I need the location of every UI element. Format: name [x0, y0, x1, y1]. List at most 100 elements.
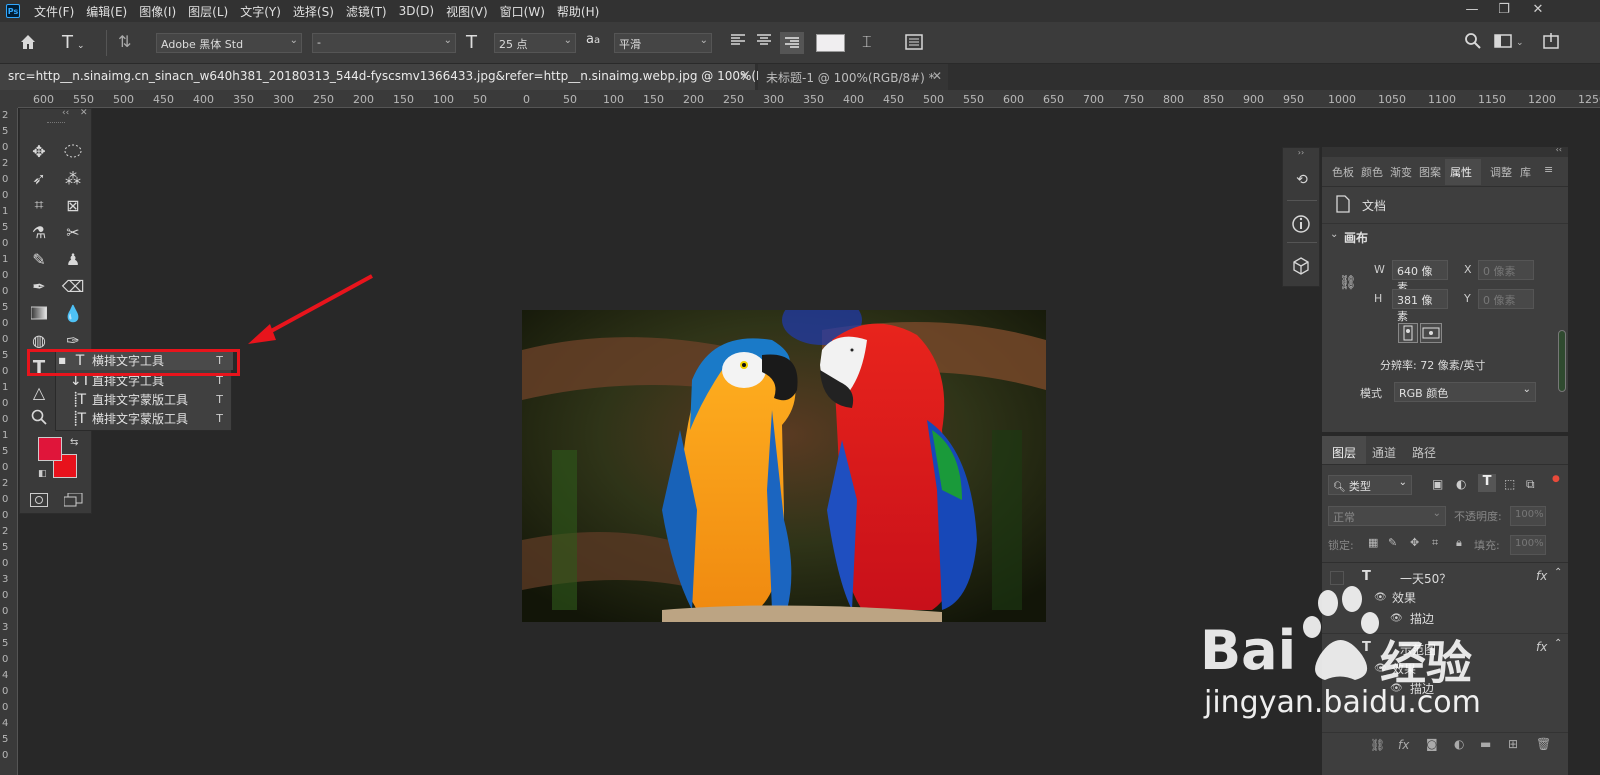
layer-filter-select[interactable]: 🔍︎ 类型 ⌄: [1328, 475, 1412, 495]
layer-fx-icon[interactable]: fx: [1536, 569, 1547, 583]
lasso-tool-icon[interactable]: ➶: [26, 166, 52, 190]
menu-image[interactable]: 图像(I): [133, 3, 182, 20]
shape-tool-icon[interactable]: △: [26, 380, 52, 404]
font-family-select[interactable]: Adobe 黑体 Std ⌄: [156, 33, 302, 53]
magic-wand-tool-icon[interactable]: ⁂: [60, 166, 86, 190]
strip-collapse-icon[interactable]: ››: [1283, 148, 1319, 158]
default-colors-icon[interactable]: ◧: [38, 469, 47, 479]
close-icon[interactable]: ✕: [1528, 2, 1548, 18]
foreground-color-swatch[interactable]: [38, 437, 62, 461]
layer-visibility-toggle[interactable]: [1330, 571, 1344, 585]
adjustment-layer-icon[interactable]: ◐: [1454, 737, 1464, 751]
clone-stamp-tool-icon[interactable]: ♟: [60, 247, 86, 271]
panel-menu-icon[interactable]: ≡: [1544, 163, 1553, 176]
toolbox-grip[interactable]: [47, 122, 65, 124]
ruler-origin[interactable]: [0, 90, 18, 108]
marquee-tool-icon[interactable]: [60, 139, 86, 163]
history-panel-icon[interactable]: ⟲: [1291, 172, 1313, 194]
link-icon[interactable]: ⛓: [1339, 275, 1357, 291]
opacity-input[interactable]: 100%: [1510, 506, 1546, 526]
gradient-tool-icon[interactable]: [26, 301, 52, 325]
tab-pattern[interactable]: 图案: [1419, 164, 1441, 180]
tab-libraries[interactable]: 库: [1520, 164, 1531, 180]
menu-window[interactable]: 窗口(W): [494, 3, 551, 20]
canvas-image-parrots[interactable]: [522, 310, 1046, 622]
mode-select[interactable]: RGB 颜色 ⌄: [1394, 382, 1536, 402]
flyout-item-vertical-type-mask[interactable]: ⸽T 直排文字蒙版工具 T: [56, 390, 233, 409]
filter-toggle-icon[interactable]: ●: [1552, 474, 1560, 484]
font-style-select[interactable]: - ⌄: [312, 33, 456, 53]
tab-swatches[interactable]: 色板: [1332, 164, 1354, 180]
frame-tool-icon[interactable]: ⊠: [60, 193, 86, 217]
3d-panel-icon[interactable]: [1291, 256, 1313, 278]
menu-select[interactable]: 选择(S): [287, 3, 340, 20]
move-tool-icon[interactable]: ✥: [26, 139, 52, 163]
fill-input[interactable]: 100%: [1510, 535, 1546, 555]
lock-artboard-icon[interactable]: ⌗: [1432, 536, 1438, 550]
filter-shape-icon[interactable]: ⬚: [1504, 477, 1515, 491]
menu-file[interactable]: 文件(F): [28, 3, 80, 20]
tab-adjustments[interactable]: 调整: [1490, 164, 1512, 180]
lock-all-icon[interactable]: 🔒︎: [1456, 536, 1462, 550]
minimize-icon[interactable]: —: [1462, 2, 1482, 18]
landscape-orientation-icon[interactable]: [1420, 323, 1442, 343]
tab-close-icon[interactable]: ✕: [932, 69, 942, 83]
lock-move-icon[interactable]: ✥: [1410, 536, 1419, 549]
chevron-down-icon[interactable]: ⌄: [1330, 229, 1338, 240]
toggle-orientation-icon[interactable]: ⇅: [118, 32, 140, 54]
history-brush-tool-icon[interactable]: ✒: [26, 274, 52, 298]
add-style-icon[interactable]: fx: [1398, 738, 1409, 752]
healing-brush-tool-icon[interactable]: ✂: [60, 220, 86, 244]
toolbox-header[interactable]: ‹‹ ✕: [20, 108, 91, 121]
quick-mask-icon[interactable]: [30, 493, 48, 507]
tab-document-untitled[interactable]: 未标题-1 @ 100%(RGB/8#) * ✕: [758, 64, 948, 90]
menu-filter[interactable]: 滤镜(T): [340, 3, 393, 20]
tab-document-parrots[interactable]: src=http__n.sinaimg.cn_sinacn_w640h381_2…: [0, 64, 818, 90]
y-input[interactable]: 0 像素: [1478, 289, 1534, 309]
align-left-icon[interactable]: [730, 32, 748, 54]
new-layer-icon[interactable]: ⊞: [1508, 737, 1518, 751]
tab-channels[interactable]: 通道: [1372, 444, 1396, 461]
photoshop-logo-icon[interactable]: Ps: [6, 4, 20, 18]
anti-alias-select[interactable]: 平滑 ⌄: [614, 33, 712, 53]
search-icon[interactable]: [1464, 32, 1484, 54]
text-color-swatch[interactable]: [816, 34, 845, 52]
chevron-up-icon[interactable]: ⌃: [1554, 638, 1562, 649]
swap-colors-icon[interactable]: ⇆: [70, 437, 78, 448]
blur-tool-icon[interactable]: 💧: [60, 301, 86, 325]
crop-tool-icon[interactable]: ⌗: [26, 193, 52, 217]
tab-layers[interactable]: 图层: [1332, 444, 1356, 461]
home-icon[interactable]: [18, 32, 40, 54]
type-tool-preset-icon[interactable]: T ⌄: [62, 32, 98, 54]
font-size-select[interactable]: 25 点 ⌄: [494, 33, 576, 53]
menu-layer[interactable]: 图层(L): [182, 3, 234, 20]
brush-tool-icon[interactable]: ✎: [26, 247, 52, 271]
new-group-icon[interactable]: ▬: [1480, 737, 1491, 751]
menu-3d[interactable]: 3D(D): [393, 4, 440, 18]
align-center-icon[interactable]: [756, 32, 774, 54]
tab-properties[interactable]: 属性: [1450, 164, 1472, 180]
portrait-orientation-icon[interactable]: [1398, 323, 1418, 343]
tab-color[interactable]: 颜色: [1361, 164, 1383, 180]
zoom-tool-icon[interactable]: [26, 405, 52, 429]
panel-scrollbar[interactable]: [1558, 330, 1566, 392]
tab-gradient[interactable]: 渐变: [1390, 164, 1412, 180]
height-input[interactable]: 381 像素: [1392, 289, 1448, 323]
panel-header-bar[interactable]: ‹‹: [1322, 145, 1568, 157]
width-input[interactable]: 640 像素: [1392, 260, 1448, 294]
warp-text-icon[interactable]: ⌶: [862, 32, 884, 54]
eraser-tool-icon[interactable]: ⌫: [60, 274, 86, 298]
add-mask-icon[interactable]: ◙: [1426, 737, 1438, 751]
share-icon[interactable]: [1542, 32, 1562, 54]
screen-mode-icon[interactable]: [63, 492, 84, 507]
filter-smart-object-icon[interactable]: ⧉: [1526, 477, 1535, 492]
align-right-icon[interactable]: [780, 32, 804, 54]
restore-icon[interactable]: ❐: [1494, 2, 1514, 18]
eyedropper-tool-icon[interactable]: ⚗: [26, 220, 52, 244]
delete-layer-icon[interactable]: 🗑︎: [1536, 737, 1551, 751]
filter-type-icon[interactable]: T: [1478, 474, 1496, 492]
layer-fx-icon[interactable]: fx: [1536, 640, 1547, 654]
flyout-item-horizontal-type-mask[interactable]: ⸽T 横排文字蒙版工具 T: [56, 409, 233, 428]
x-input[interactable]: 0 像素: [1478, 260, 1534, 280]
menu-view[interactable]: 视图(V): [440, 3, 494, 20]
